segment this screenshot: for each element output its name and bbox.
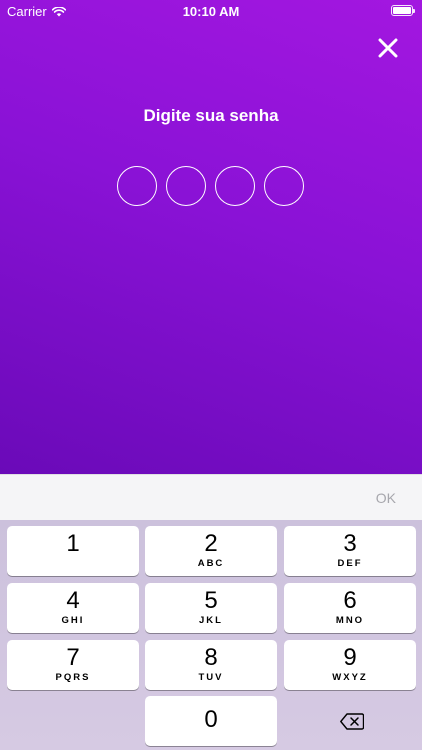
battery-icon	[391, 5, 415, 16]
key-digit: 8	[204, 644, 218, 671]
backspace-icon	[340, 713, 364, 730]
key-digit: 6	[343, 587, 357, 614]
close-icon	[378, 38, 398, 58]
key-letters: PQRS	[55, 672, 91, 683]
key-letters: GHI	[61, 615, 85, 626]
key-digit: 7	[66, 644, 80, 671]
key-3[interactable]: 3 DEF	[284, 526, 416, 576]
status-time: 10:10 AM	[182, 4, 240, 19]
key-digit: 5	[204, 587, 218, 614]
key-letters: DEF	[337, 558, 363, 569]
key-digit: 4	[66, 587, 80, 614]
page-title: Digite sua senha	[143, 106, 279, 125]
hero-background: Carrier 10:10 AM Digite sua senha	[0, 0, 422, 474]
key-digit: 3	[343, 530, 357, 557]
key-6[interactable]: 6 MNO	[284, 583, 416, 633]
delete-button[interactable]	[284, 696, 416, 746]
key-letters: ABC	[197, 558, 225, 569]
pin-dot	[166, 166, 206, 206]
key-letters: WXYZ	[332, 672, 368, 683]
key-digit: 1	[66, 530, 80, 557]
pin-dot	[215, 166, 255, 206]
ok-button[interactable]: OK	[376, 490, 396, 506]
key-9[interactable]: 9 WXYZ	[284, 640, 416, 690]
key-letters: MNO	[335, 615, 365, 626]
key-digit: 9	[343, 644, 357, 671]
status-bar: Carrier 10:10 AM	[0, 0, 422, 22]
numeric-keypad: 1 2 ABC 3 DEF 4 GHI 5 JKL 6 MNO 7 PQRS 8	[0, 520, 422, 750]
pin-dot	[264, 166, 304, 206]
key-8[interactable]: 8 TUV	[145, 640, 277, 690]
pin-indicator	[117, 166, 304, 206]
pin-dot	[117, 166, 157, 206]
key-2[interactable]: 2 ABC	[145, 526, 277, 576]
key-0[interactable]: 0	[145, 696, 277, 746]
key-digit: 2	[204, 530, 218, 557]
key-letters: JKL	[199, 615, 223, 626]
keyboard-accessory-bar: OK	[0, 474, 422, 520]
key-1[interactable]: 1	[7, 526, 139, 576]
close-button[interactable]	[376, 36, 400, 60]
key-4[interactable]: 4 GHI	[7, 583, 139, 633]
pin-entry-screen: Carrier 10:10 AM Digite sua senha OK 1 2…	[0, 0, 422, 750]
key-5[interactable]: 5 JKL	[145, 583, 277, 633]
key-letters: TUV	[198, 672, 224, 683]
key-7[interactable]: 7 PQRS	[7, 640, 139, 690]
key-digit: 0	[204, 706, 218, 733]
